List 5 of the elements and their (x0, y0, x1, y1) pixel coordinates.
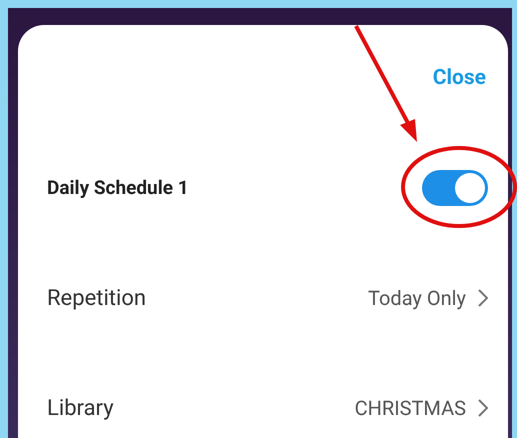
row-value[interactable]: CHRISTMAS (354, 393, 488, 423)
row-value[interactable]: Today Only (368, 283, 488, 313)
row-label: Repetition (47, 284, 146, 312)
schedule-name: Daily Schedule 1 (47, 174, 189, 201)
row-label: Library (47, 394, 114, 422)
